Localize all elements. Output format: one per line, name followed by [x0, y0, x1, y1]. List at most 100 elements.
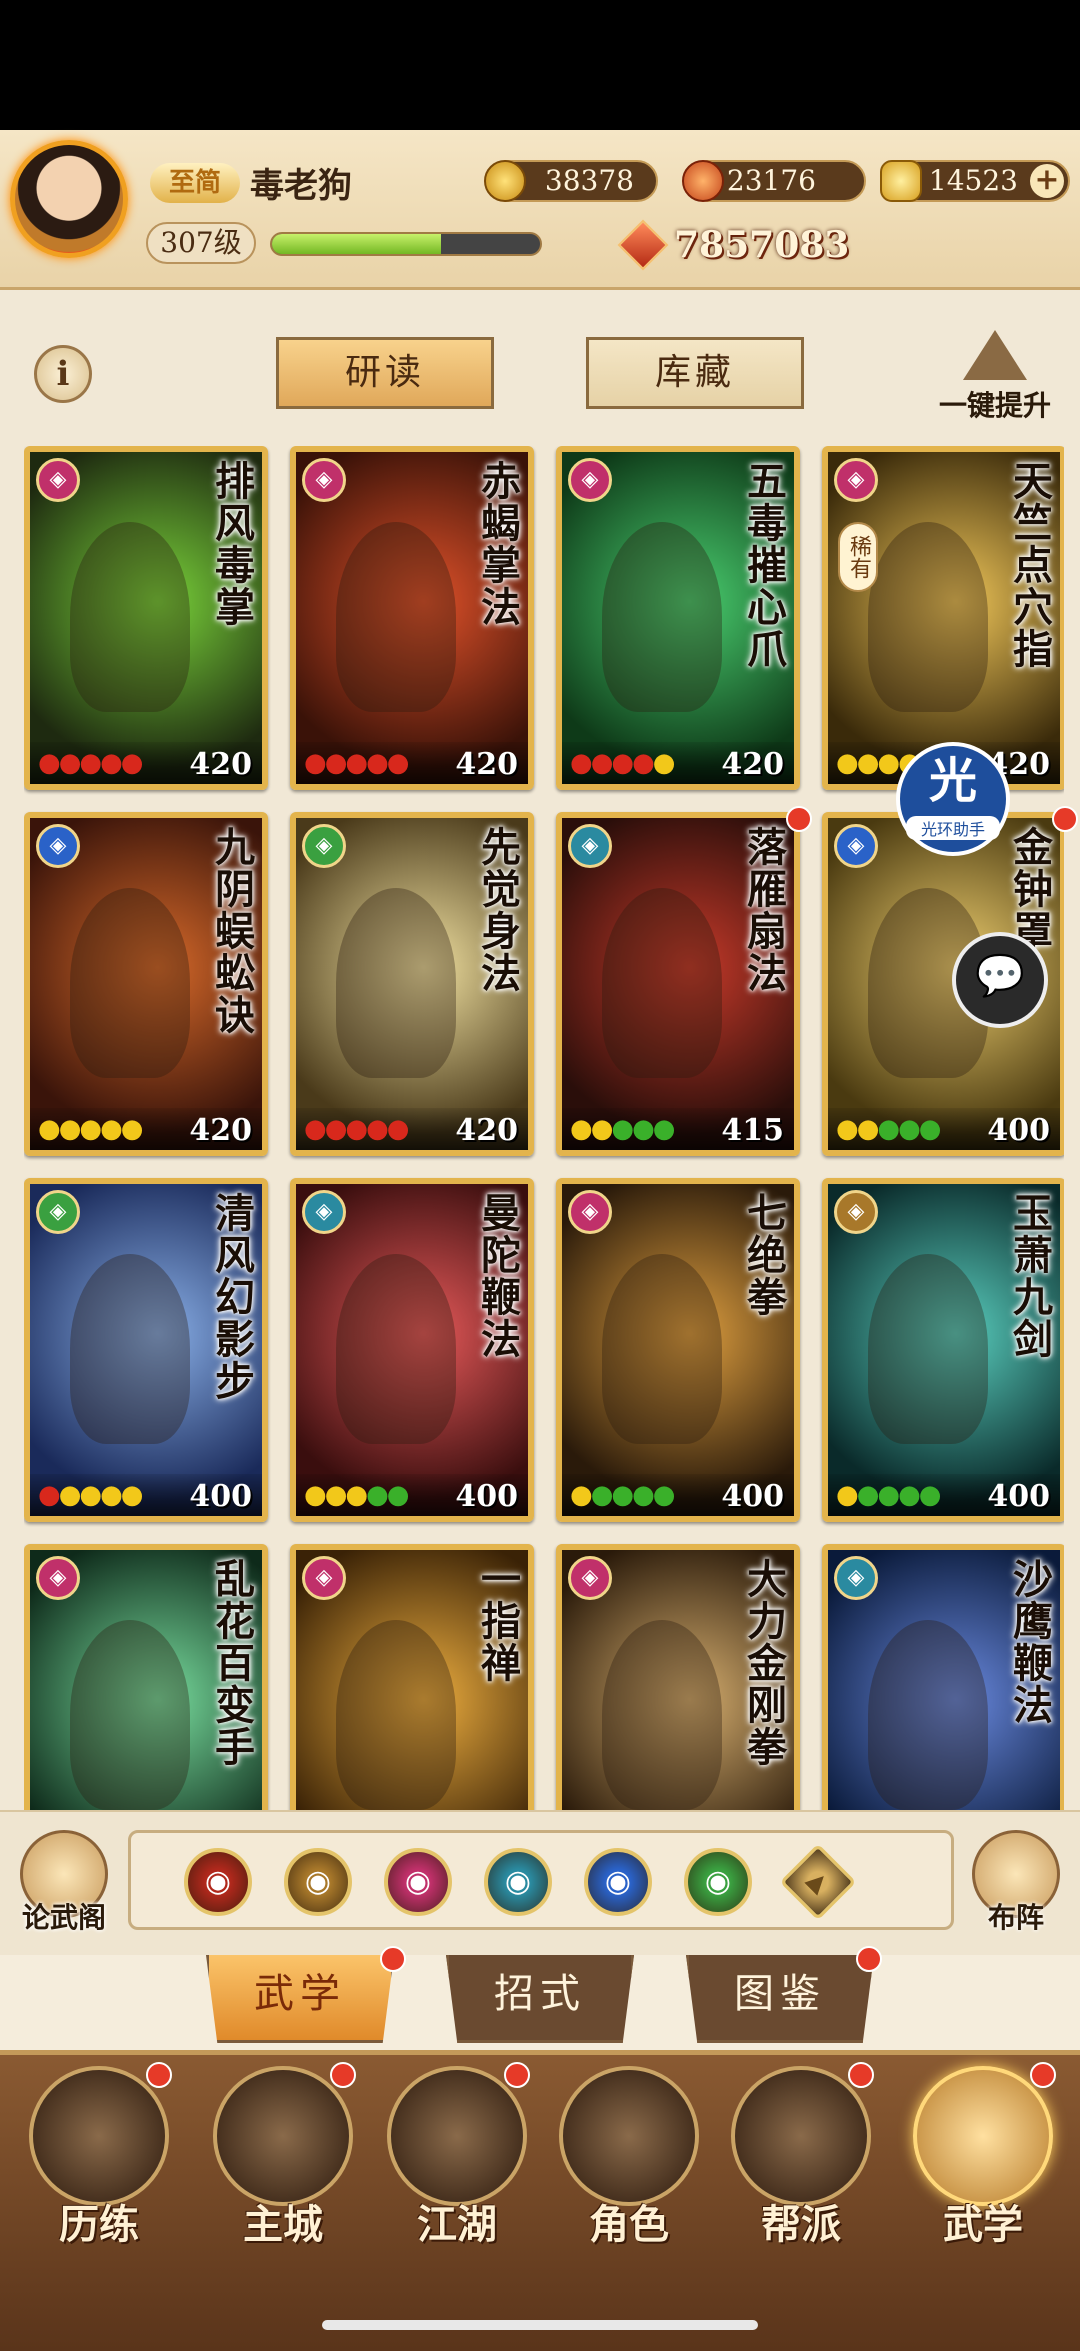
one-key-upgrade-button[interactable]: 一键提升 — [930, 330, 1060, 430]
skill-card[interactable]: ◈ 曼陀鞭法 ●●●●● 400 — [290, 1178, 534, 1522]
pip-icon: ● — [836, 1480, 859, 1510]
skill-level: 420 — [455, 747, 518, 782]
pip-icon: ● — [590, 1114, 614, 1144]
sect-emblem-icon: ◈ — [302, 458, 346, 502]
nav-item[interactable]: 角色 — [544, 2066, 714, 2266]
info-button[interactable]: i — [34, 345, 92, 403]
skill-card[interactable]: ◈ 乱花百变手 — [24, 1544, 268, 1810]
pip-icon: ● — [877, 1480, 900, 1510]
skill-card[interactable]: ◈ 五毒摧心爪 ●●●●● 420 — [556, 446, 800, 790]
add-gold-button[interactable]: + — [1030, 164, 1064, 198]
pip-icon: ● — [590, 1480, 614, 1510]
pip-icon: ● — [324, 1114, 348, 1144]
pip-icon: ● — [366, 1480, 389, 1510]
skill-card[interactable]: ◈ 赤蝎掌法 ●●●●● 420 — [290, 446, 534, 790]
skill-card[interactable]: ◈天竺点穴指稀有●●●●●420 — [822, 446, 1064, 790]
player-name: 毒老狗 — [250, 166, 352, 206]
pip-icon: ● — [366, 1114, 389, 1144]
player-avatar[interactable] — [10, 140, 128, 258]
lotus-sect-icon[interactable]: ◉ — [384, 1848, 452, 1916]
notification-dot — [1030, 2062, 1056, 2088]
skill-card[interactable]: ◈ 沙鹰鞭法 — [822, 1544, 1064, 1810]
skill-level: 400 — [987, 1479, 1050, 1514]
skill-title: 曼陀鞭法 — [474, 1192, 521, 1360]
skill-level: 400 — [189, 1479, 252, 1514]
star-pips: ●●●●● — [570, 748, 675, 778]
nav-icon — [731, 2066, 871, 2206]
pip-icon: ● — [58, 1114, 82, 1144]
nav-item[interactable]: 历练 — [14, 2066, 184, 2266]
nav-label: 角色 — [589, 2201, 669, 2248]
pip-icon: ● — [570, 1114, 593, 1144]
nav-icon — [387, 2066, 527, 2206]
skill-title: 九阴蜈蚣诀 — [208, 826, 255, 1036]
sect-emblem-icon: ◈ — [36, 1556, 80, 1600]
star-pips: ●●●●● — [836, 1114, 941, 1144]
saber-sect-icon[interactable]: ◉ — [184, 1848, 252, 1916]
sect-emblem-icon: ◈ — [568, 1556, 612, 1600]
game-screen: 至简 毒老狗 307级 38378 23176 14523 + 7857083 … — [0, 0, 1080, 2351]
sect-emblem-icon: ◈ — [568, 1190, 612, 1234]
sect-emblem-icon: ◈ — [834, 1190, 878, 1234]
pip-icon: ● — [58, 1480, 82, 1510]
pip-icon: ● — [345, 1114, 368, 1144]
formation-button[interactable]: 布阵 — [966, 1830, 1066, 1940]
subtab-codex[interactable]: 图鉴 — [686, 1955, 874, 2043]
pip-icon: ● — [100, 748, 123, 778]
sword-sect-icon[interactable]: ◉ — [284, 1848, 352, 1916]
star-pips: ●●●●● — [570, 1480, 675, 1510]
star-pips: ●●●●● — [38, 748, 143, 778]
taiji-sect-icon[interactable]: ◉ — [584, 1848, 652, 1916]
swirl-sect-icon[interactable]: ◉ — [684, 1848, 752, 1916]
tab-read[interactable]: 研读 — [276, 337, 494, 409]
skill-card[interactable]: ◈ 玉萧九剑 ●●●●● 400 — [822, 1178, 1064, 1522]
pip-icon: ● — [611, 1114, 634, 1144]
subtab-moves[interactable]: 招式 — [446, 1955, 634, 2043]
skill-level: 400 — [455, 1479, 518, 1514]
pip-icon: ● — [304, 748, 327, 778]
chat-bubble-icon[interactable]: 💬 — [952, 932, 1048, 1028]
skill-card[interactable]: ◈ 先觉身法 ●●●●● 420 — [290, 812, 534, 1156]
notification-dot — [1052, 806, 1078, 832]
sect-emblem-icon: ◈ — [568, 458, 612, 502]
nav-item[interactable]: 江湖 — [372, 2066, 542, 2266]
fan-sect-icon[interactable]: ◉ — [484, 1848, 552, 1916]
pip-icon: ● — [324, 748, 348, 778]
vip-badge[interactable]: 至简 — [150, 163, 240, 203]
halo-helper-icon: 光 — [928, 753, 977, 809]
skill-card[interactable]: ◈ 九阴蜈蚣诀 ●●●●● 420 — [24, 812, 268, 1156]
skill-card[interactable]: ◈ 清风幻影步 ●●●●● 400 — [24, 1178, 268, 1522]
star-pips: ●●●●● — [570, 1114, 675, 1144]
star-pips: ●●●●● — [304, 1480, 409, 1510]
pip-icon: ● — [856, 1480, 880, 1510]
currency-gold[interactable]: 14523 + — [880, 160, 1070, 202]
player-level: 307级 — [146, 222, 256, 264]
upgrade-label: 一键提升 — [938, 389, 1051, 422]
sect-emblem-icon: ◈ — [568, 824, 612, 868]
nav-item[interactable]: 武学 — [898, 2066, 1068, 2266]
pip-icon: ● — [304, 1114, 327, 1144]
pip-icon: ● — [570, 1480, 593, 1510]
character-figure — [70, 1620, 190, 1810]
skill-card[interactable]: ◈ 大力金刚拳 — [556, 1544, 800, 1810]
currency-lotus[interactable]: 23176 — [682, 160, 866, 202]
formation-label: 布阵 — [987, 1901, 1044, 1934]
lunwuge-button[interactable]: 论武阁 — [14, 1830, 114, 1940]
subtab-martial-arts[interactable]: 武学 — [206, 1955, 394, 2043]
skill-card[interactable]: ◈ 一指禅 — [290, 1544, 534, 1810]
skill-card[interactable]: ◈ 排风毒掌 ●●●●● 420 — [24, 446, 268, 790]
nav-label: 主城 — [243, 2201, 323, 2248]
halo-helper-button[interactable]: 光 光环助手 — [896, 742, 1010, 856]
nav-item[interactable]: 帮派 — [716, 2066, 886, 2266]
pip-icon: ● — [836, 1114, 859, 1144]
skill-title: 沙鹰鞭法 — [1006, 1558, 1053, 1726]
skill-card[interactable]: ◈ 七绝拳 ●●●●● 400 — [556, 1178, 800, 1522]
pip-icon: ● — [100, 1480, 123, 1510]
currency-coin[interactable]: 38378 — [484, 160, 658, 202]
skill-card[interactable]: ◈ 落雁扇法 ●●●●● 415 — [556, 812, 800, 1156]
nav-item[interactable]: 主城 — [198, 2066, 368, 2266]
sect-emblem-icon: ◈ — [36, 458, 80, 502]
pip-icon: ● — [345, 1480, 368, 1510]
notification-dot — [786, 806, 812, 832]
tab-store[interactable]: 库藏 — [586, 337, 804, 409]
